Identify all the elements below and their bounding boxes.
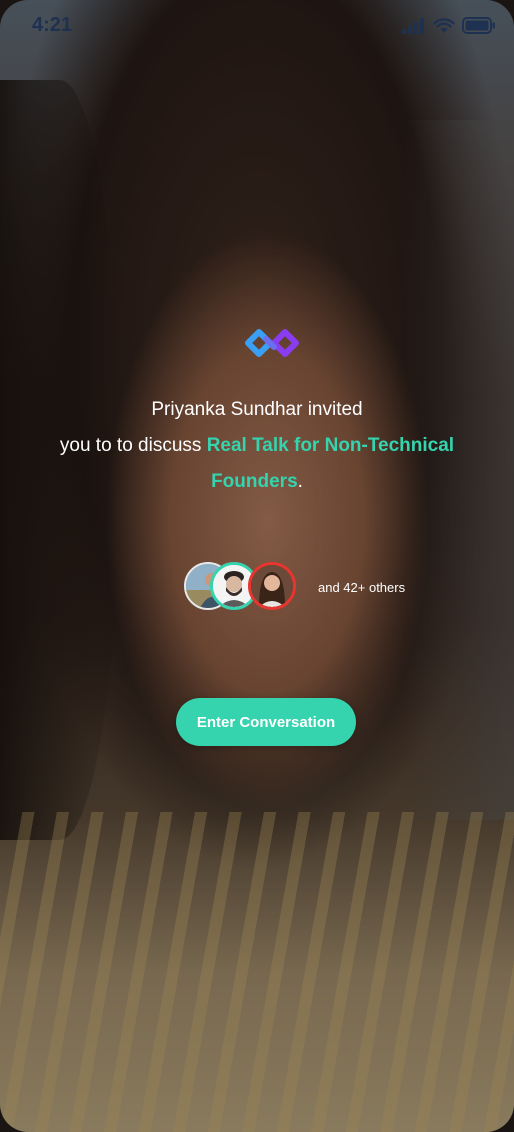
app-screen: 4:21 Priyanka Sundhar invited you to to … [0,0,514,1132]
invite-prefix: you to to discuss [59,435,207,456]
app-logo-icon [245,329,299,357]
status-icons [402,17,496,34]
battery-icon [462,17,495,34]
invite-line-1: Priyanka Sundhar invited [151,399,363,420]
invite-line-3: Founders. [20,464,494,500]
invite-suffix: . [297,471,303,492]
avatar [248,562,296,610]
participant-avatars [184,562,314,616]
wifi-icon [433,17,455,33]
status-time: 4:21 [32,14,73,36]
invite-message: Priyanka Sundhar invited you to to discu… [20,392,494,500]
status-bar: 4:21 [0,0,514,56]
other-participants-count: and 42+ others [318,580,406,595]
invite-line-2: you to to discuss Real Talk for Non-Tech… [20,428,494,464]
enter-conversation-button[interactable]: Enter Conversation [176,698,356,746]
person-icon [251,565,293,607]
topic-title-part-2: Founders [211,471,298,492]
topic-title-part-1: Real Talk for Non-Technical [206,435,455,456]
signal-icon [402,17,424,34]
